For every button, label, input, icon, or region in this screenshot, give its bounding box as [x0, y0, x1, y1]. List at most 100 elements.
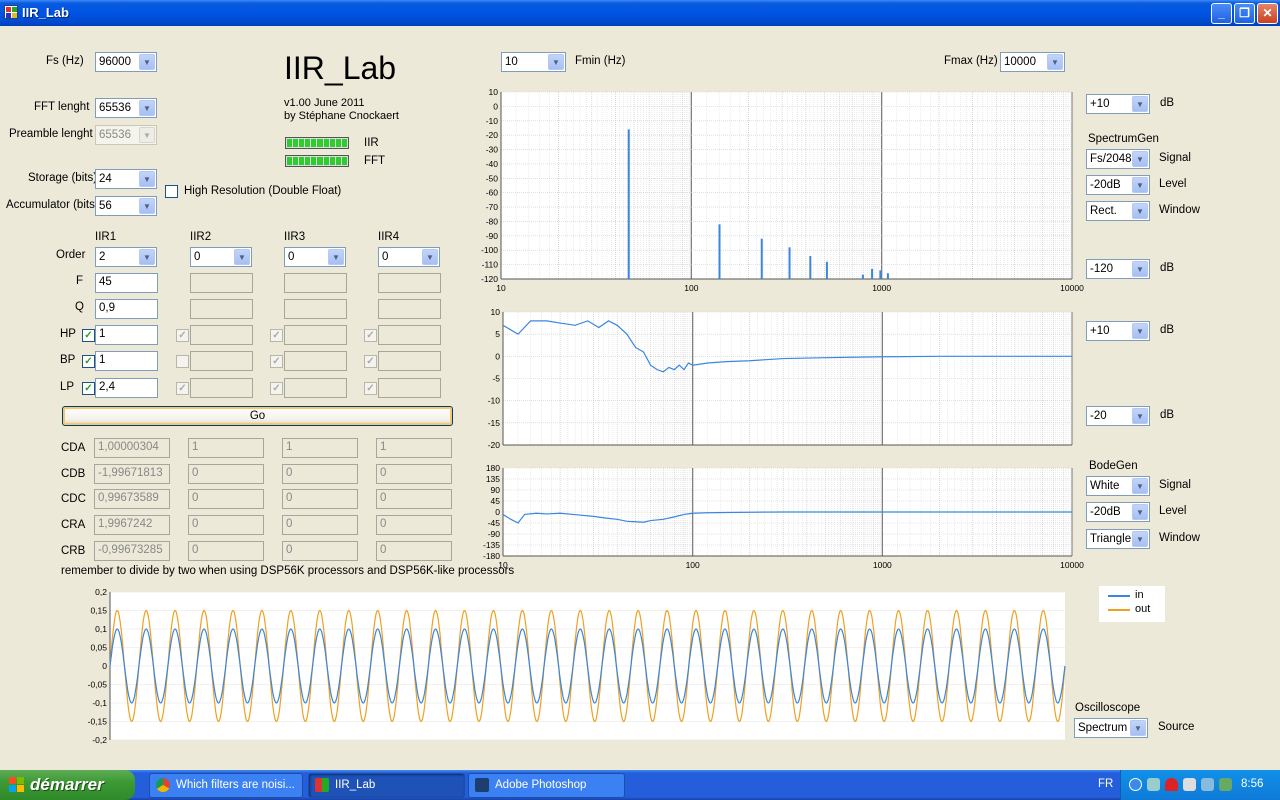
bode-signal-label: Signal [1159, 479, 1191, 491]
coeff-cdb-iir2: 0 [188, 464, 264, 484]
iir4-order-select[interactable]: 0 ▼ [378, 247, 440, 267]
bode-level-select[interactable]: -20dB ▼ [1086, 502, 1150, 522]
spectrum-signal-select[interactable]: Fs/2048 ▼ [1086, 149, 1150, 169]
iir3-hp-checkbox: ✓ [270, 329, 283, 342]
y-tick-label: 0 [493, 101, 498, 111]
iir1-bp-checkbox[interactable]: ✓ [82, 355, 95, 368]
maximize-button[interactable]: ❐ [1234, 3, 1255, 24]
security-shield-icon[interactable] [1165, 778, 1178, 791]
high-resolution-checkbox[interactable] [165, 185, 178, 198]
spectrum-level-select[interactable]: -20dB ▼ [1086, 175, 1150, 195]
y-tick-label: -110 [482, 260, 499, 270]
language-indicator[interactable]: FR [1098, 778, 1113, 790]
network-icon[interactable] [1147, 778, 1160, 791]
taskbar-item-chrome[interactable]: Which filters are noisi... [149, 773, 303, 798]
iir3-bp-checkbox: ✓ [270, 355, 283, 368]
iir4-q-input [378, 299, 441, 319]
start-button[interactable]: démarrer [0, 770, 135, 800]
tray-arrow-icon[interactable] [1129, 778, 1142, 791]
accumulator-bits-label: Accumulator (bits) [6, 199, 99, 211]
iir1-lp-checkbox[interactable]: ✓ [82, 382, 95, 395]
coeff-cdc-iir2: 0 [188, 489, 264, 509]
iir4-bp-checkbox: ✓ [364, 355, 377, 368]
accumulator-bits-select[interactable]: 56 ▼ [95, 196, 157, 216]
scope-y-tick-label: -0,2 [92, 735, 107, 745]
fft-length-select[interactable]: 65536 ▼ [95, 98, 157, 118]
fs-select[interactable]: 96000 ▼ [95, 52, 157, 72]
iir2-header: IIR2 [190, 231, 212, 243]
bode-window-select[interactable]: Triangle ▼ [1086, 529, 1150, 549]
x-tick-label: 100 [684, 283, 698, 293]
volume-icon[interactable] [1219, 778, 1232, 791]
app-icon [4, 5, 18, 19]
y-tick-label: 0 [495, 351, 500, 361]
coeff-cda-iir2: 1 [188, 438, 264, 458]
y-tick-label: -90 [488, 529, 501, 539]
fft-led-label: FFT [364, 155, 386, 167]
spectrum-window-select[interactable]: Rect. ▼ [1086, 201, 1150, 221]
preamble-length-label: Preamble lenght [9, 128, 93, 140]
coeff-crb-iir3: 0 [282, 541, 358, 561]
windows-logo-icon [9, 777, 25, 793]
taskbar-item-iir-lab[interactable]: IIR_Lab [308, 773, 465, 798]
iir1-bp-input[interactable]: 1 [95, 351, 158, 371]
coeff-cdb-iir3: 0 [282, 464, 358, 484]
iir1-hp-checkbox[interactable]: ✓ [82, 329, 95, 342]
high-resolution-label: High Resolution (Double Float) [184, 185, 342, 197]
iir2-hp-checkbox: ✓ [176, 329, 189, 342]
bode-window-label: Window [1159, 532, 1200, 544]
coeff-cdc-iir1: 0,99673589 [94, 489, 170, 509]
magnitude-bottom-unit: dB [1160, 409, 1175, 421]
magnitude-top-select[interactable]: +10 ▼ [1086, 321, 1150, 341]
bode-signal-select[interactable]: White ▼ [1086, 476, 1150, 496]
x-tick-label: 10000 [1060, 560, 1084, 570]
coeff-cdc-iir3: 0 [282, 489, 358, 509]
scope-y-tick-label: 0,05 [90, 643, 107, 653]
iir1-lp-input[interactable]: 2,4 [95, 378, 158, 398]
clock: 8:56 [1241, 778, 1264, 790]
coeff-label-cdb: CDB [61, 468, 86, 480]
scope-y-tick-label: 0,15 [90, 606, 107, 616]
scope-source-select[interactable]: Spectrum ▼ [1074, 718, 1148, 738]
go-button[interactable]: Go [62, 406, 453, 426]
iir3-lp-checkbox: ✓ [270, 382, 283, 395]
fmax-select[interactable]: 10000 ▼ [1000, 52, 1065, 72]
fmin-select[interactable]: 10 ▼ [501, 52, 566, 72]
y-tick-label: -60 [486, 188, 499, 198]
y-tick-label: -5 [492, 374, 500, 384]
y-tick-label: -80 [486, 216, 499, 226]
storage-bits-select[interactable]: 24 ▼ [95, 169, 157, 189]
iir1-q-input[interactable]: 0,9 [95, 299, 158, 319]
iir2-order-select[interactable]: 0 ▼ [190, 247, 252, 267]
minimize-button[interactable]: _ [1211, 3, 1232, 24]
y-tick-label: 0 [495, 507, 500, 517]
bp-label: BP [60, 354, 76, 366]
iir1-hp-input[interactable]: 1 [95, 325, 158, 345]
spectrum-top-select[interactable]: +10 ▼ [1086, 94, 1150, 114]
y-tick-label: -70 [486, 202, 499, 212]
chrome-icon [156, 778, 170, 792]
iir4-hp-input [378, 325, 441, 345]
iir3-order-select[interactable]: 0 ▼ [284, 247, 346, 267]
fs-label: Fs (Hz) [46, 55, 84, 67]
tray-app-icon[interactable] [1183, 778, 1196, 791]
y-tick-label: -30 [486, 145, 499, 155]
iir2-bp-checkbox: ✓ [176, 355, 189, 368]
close-button[interactable]: ✕ [1257, 3, 1278, 24]
bode-level-label: Level [1159, 505, 1187, 517]
y-tick-label: 90 [491, 485, 501, 495]
iir4-hp-checkbox: ✓ [364, 329, 377, 342]
iir1-order-select[interactable]: 2 ▼ [95, 247, 157, 267]
spectrum-bottom-select[interactable]: -120 ▼ [1086, 259, 1150, 279]
magnitude-bottom-select[interactable]: -20 ▼ [1086, 406, 1150, 426]
taskbar-item-photoshop[interactable]: Adobe Photoshop [468, 773, 625, 798]
coeff-cra-iir2: 0 [188, 515, 264, 535]
iir1-f-input[interactable]: 45 [95, 273, 158, 293]
usb-icon[interactable] [1201, 778, 1214, 791]
iir3-lp-input [284, 378, 347, 398]
system-tray: 8:56 [1120, 770, 1280, 800]
fft-length-label: FFT lenght [34, 101, 90, 113]
y-tick-label: -90 [486, 231, 499, 241]
iir2-hp-input [190, 325, 253, 345]
y-tick-label: -10 [486, 116, 499, 126]
